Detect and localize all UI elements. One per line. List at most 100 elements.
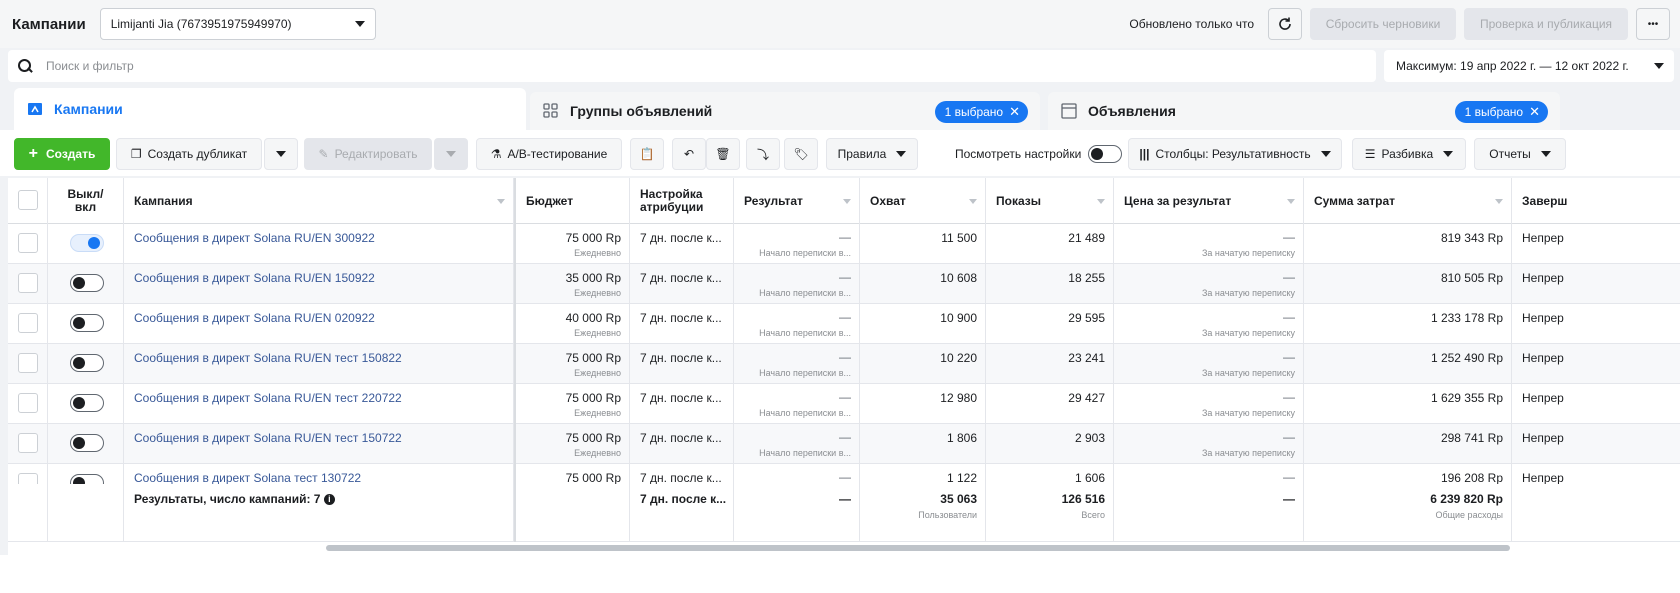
campaign-toggle[interactable]	[70, 354, 104, 372]
review-publish-button[interactable]: Проверка и публикация	[1464, 8, 1628, 40]
preview-button[interactable]: ⤵	[746, 138, 780, 170]
account-selector[interactable]: Limijanti Jia (7673951975949970)	[99, 8, 376, 40]
spent-value: 819 343 Rp	[1440, 231, 1503, 245]
result-value: —	[839, 270, 851, 284]
refresh-button[interactable]	[1268, 8, 1302, 40]
header-campaign[interactable]: Кампания	[124, 178, 514, 224]
campaign-link[interactable]: Сообщения в директ Solana RU/EN 300922	[134, 231, 375, 245]
campaign-link[interactable]: Сообщения в директ Solana RU/EN 020922	[134, 311, 375, 325]
result-sub: Начало переписки в...	[759, 288, 851, 298]
date-range-picker[interactable]: Максимум: 19 апр 2022 г. — 12 окт 2022 г…	[1384, 50, 1674, 82]
view-settings-toggle[interactable]	[1088, 145, 1122, 163]
row-checkbox[interactable]	[18, 313, 38, 333]
row-checkbox[interactable]	[18, 273, 38, 293]
budget-cell: 75 000 Rp Ежедневно	[514, 424, 630, 464]
row-checkbox[interactable]	[18, 393, 38, 413]
header-impressions[interactable]: Показы	[986, 178, 1114, 224]
header-cost-per-result[interactable]: Цена за результат	[1114, 178, 1304, 224]
badge-text: 1 выбрано	[944, 105, 1004, 119]
reports-button[interactable]: Отчеты	[1474, 138, 1566, 170]
campaign-link[interactable]: Сообщения в директ Solana RU/EN тест 150…	[134, 431, 402, 445]
campaign-toggle[interactable]	[70, 274, 104, 292]
totals-reach: 35 063	[940, 492, 977, 506]
tab-campaigns[interactable]: Кампании	[14, 88, 526, 130]
row-checkbox[interactable]	[18, 353, 38, 373]
result-value: —	[839, 350, 851, 364]
tab-label: Кампании	[54, 101, 123, 117]
result-value: —	[839, 230, 851, 244]
edit-dropdown[interactable]	[434, 138, 468, 170]
table-row[interactable]: Сообщения в директ Solana RU/EN 150922 3…	[8, 264, 1680, 304]
copy-icon: ❐	[130, 147, 142, 161]
undo-icon: ↶	[683, 147, 695, 161]
campaign-link[interactable]: Сообщения в директ Solana RU/EN тест 150…	[134, 351, 402, 365]
clipboard-button[interactable]: 📋	[630, 138, 664, 170]
more-options-button[interactable]: •••	[1636, 8, 1670, 40]
row-checkbox-cell	[8, 424, 48, 464]
duplicate-dropdown[interactable]	[264, 138, 298, 170]
delete-button[interactable]: 🗑	[706, 138, 740, 170]
header-toggle[interactable]: Выкл/ вкл	[48, 178, 124, 224]
selected-badge[interactable]: 1 выбрано ✕	[1454, 101, 1548, 123]
attribution-value: 7 дн. после к...	[640, 351, 722, 365]
search-input[interactable]	[46, 59, 646, 73]
campaign-toggle[interactable]	[70, 394, 104, 412]
horizontal-scrollbar[interactable]	[326, 545, 1510, 551]
selected-badge[interactable]: 1 выбрано ✕	[934, 101, 1028, 123]
edit-button[interactable]: ✎ Редактировать	[304, 138, 432, 170]
info-icon[interactable]: i	[323, 494, 335, 506]
table-row[interactable]: Сообщения в директ Solana RU/EN тест 150…	[8, 424, 1680, 464]
edit-label: Редактировать	[334, 147, 418, 161]
search-bar[interactable]	[8, 50, 1376, 82]
row-checkbox[interactable]	[18, 233, 38, 253]
header-result[interactable]: Результат	[734, 178, 860, 224]
campaign-link[interactable]: Сообщения в директ Solana RU/EN 150922	[134, 271, 375, 285]
table-row[interactable]: Сообщения в директ Solana RU/EN 020922 4…	[8, 304, 1680, 344]
table-row[interactable]: Сообщения в директ Solana RU/EN тест 150…	[8, 344, 1680, 384]
select-all-checkbox[interactable]	[18, 190, 38, 210]
header-ends[interactable]: Заверш	[1512, 178, 1680, 224]
header-attribution[interactable]: Настройка атрибуции	[630, 178, 734, 224]
campaign-toggle[interactable]	[70, 234, 104, 252]
tab-ads[interactable]: Объявления 1 выбрано ✕	[1048, 92, 1560, 130]
result-sub: Начало переписки в...	[759, 368, 851, 378]
columns-button[interactable]: ||| Столбцы: Результативность	[1128, 138, 1342, 170]
rules-button[interactable]: Правила	[826, 138, 918, 170]
row-checkbox[interactable]	[18, 433, 38, 453]
cpr-sub: За начатую переписку	[1201, 448, 1295, 458]
campaign-toggle[interactable]	[70, 314, 104, 332]
ends-cell: Непрер	[1512, 264, 1680, 304]
reach-value: 1 122	[946, 471, 977, 485]
budget-type: Ежедневно	[574, 248, 621, 258]
budget-value: 75 000 Rp	[565, 391, 621, 405]
budget-type: Ежедневно	[574, 448, 621, 458]
ends-cell: Непрер	[1512, 384, 1680, 424]
ends-value: Непрер	[1522, 311, 1564, 325]
chevron-down-icon	[1654, 63, 1664, 69]
result-value: —	[839, 310, 851, 324]
tag-button[interactable]: 🏷	[784, 138, 818, 170]
header-reach[interactable]: Охват	[860, 178, 986, 224]
create-button[interactable]: + Создать	[14, 138, 110, 170]
table-row[interactable]: Сообщения в директ Solana RU/EN 300922 7…	[8, 224, 1680, 264]
campaign-link[interactable]: Сообщения в директ Solana RU/EN тест 220…	[134, 391, 402, 405]
page-title: Кампании	[12, 15, 86, 33]
breakdown-button[interactable]: ☰ Разбивка	[1352, 138, 1466, 170]
close-icon[interactable]: ✕	[1529, 104, 1540, 120]
close-icon[interactable]: ✕	[1009, 104, 1020, 120]
header-amount-spent[interactable]: Сумма затрат	[1304, 178, 1512, 224]
duplicate-button[interactable]: ❐ Создать дубликат	[116, 138, 262, 170]
campaign-name-cell: Сообщения в директ Solana RU/EN тест 150…	[124, 344, 514, 384]
tab-adsets[interactable]: Группы объявлений 1 выбрано ✕	[530, 92, 1040, 130]
campaign-toggle[interactable]	[70, 434, 104, 452]
campaign-link[interactable]: Сообщения в директ Solana тест 130722	[134, 471, 361, 485]
table-row[interactable]: Сообщения в директ Solana RU/EN тест 220…	[8, 384, 1680, 424]
row-checkbox-cell	[8, 304, 48, 344]
campaign-name-cell: Сообщения в директ Solana RU/EN 020922	[124, 304, 514, 344]
tab-label: Группы объявлений	[570, 103, 713, 119]
header-budget[interactable]: Бюджет	[514, 178, 630, 224]
discard-drafts-button[interactable]: Сбросить черновики	[1310, 8, 1456, 40]
ab-test-button[interactable]: ⚗ A/B-тестирование	[476, 138, 622, 170]
plus-icon: +	[28, 145, 38, 162]
undo-button[interactable]: ↶	[672, 138, 706, 170]
